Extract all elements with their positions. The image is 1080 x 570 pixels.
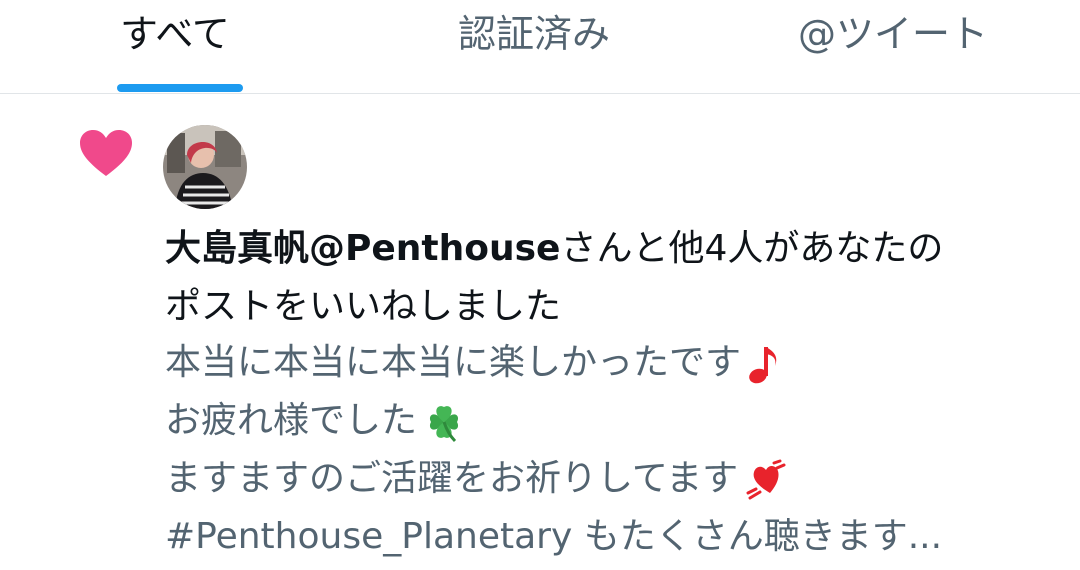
like-notification[interactable]: 大島真帆@Penthouseさんと他4人があなたの ポストをいいねしました 本当…: [0, 94, 1080, 570]
user-name-link[interactable]: 大島真帆@Penthouse: [165, 228, 560, 269]
action-text-line1: さんと他4人があなたの: [560, 228, 944, 269]
tweet-line: お疲れ様でした: [165, 392, 1065, 450]
heart-icon: [80, 130, 132, 176]
action-text-line2: ポストをいいねしました: [165, 286, 562, 327]
heart-with-ribbon-icon: [746, 459, 786, 500]
tweet-line-text: #Penthouse_Planetary もたくさん聴きます...: [165, 516, 943, 557]
tab-verified-label: 認証済み: [458, 12, 611, 56]
tab-all-label: すべて: [120, 12, 230, 56]
tab-all[interactable]: すべて: [100, 0, 260, 93]
four-leaf-clover-icon: [429, 406, 459, 443]
tweet-line: 本当に本当に本当に楽しかったです: [165, 334, 1065, 392]
notification-tabs: すべて 認証済み @ツイート: [0, 0, 1080, 94]
tab-mentions-label: @ツイート: [798, 12, 989, 56]
musical-note-icon: [749, 347, 777, 384]
active-tab-indicator: [117, 84, 243, 92]
tab-verified[interactable]: 認証済み: [440, 0, 640, 93]
tweet-line-text: 本当に本当に本当に楽しかったです: [165, 342, 742, 383]
tweet-line: ますますのご活躍をお祈りしてます: [165, 450, 1065, 508]
tweet-line: #Penthouse_Planetary もたくさん聴きます...: [165, 508, 1065, 566]
notification-headline: 大島真帆@Penthouseさんと他4人があなたの ポストをいいねしました: [165, 220, 1065, 336]
tweet-line-text: ますますのご活躍をお祈りしてます: [165, 458, 739, 499]
liked-tweet-preview[interactable]: 本当に本当に本当に楽しかったです お疲れ様でした ますますのご活躍をお祈りしてま…: [165, 334, 1065, 566]
tab-mentions[interactable]: @ツイート: [780, 0, 1020, 93]
user-avatar-photo: [163, 125, 247, 209]
tweet-line-text: お疲れ様でした: [165, 400, 418, 441]
avatar[interactable]: [163, 125, 247, 209]
